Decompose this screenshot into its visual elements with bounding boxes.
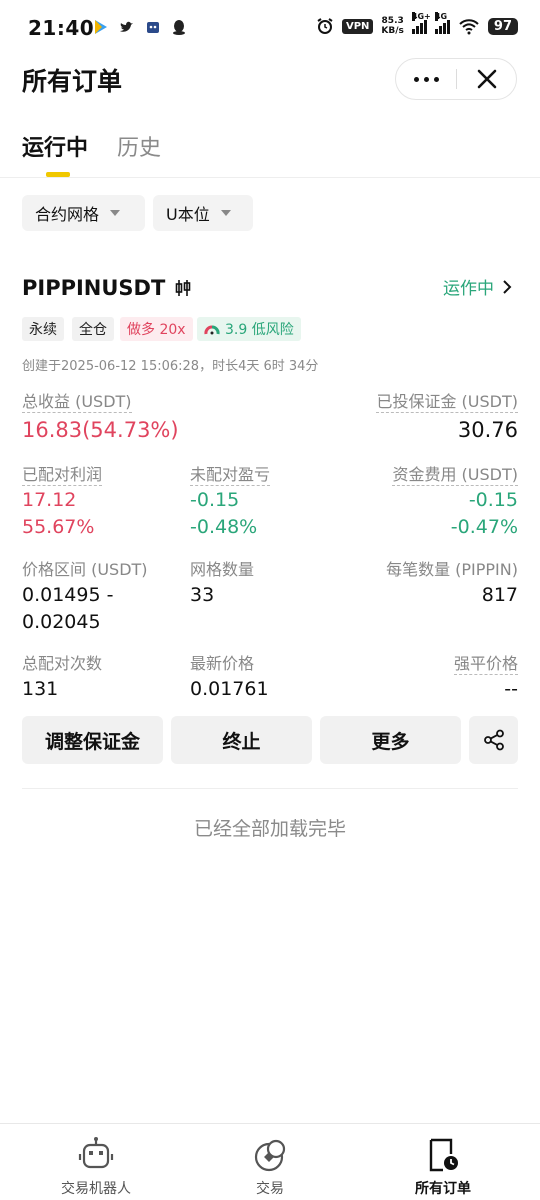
order-tabs: 运行中 历史 xyxy=(0,124,540,178)
orders-icon xyxy=(429,1138,458,1172)
margin-value: 30.76 xyxy=(457,418,518,442)
status-bar: 21:40 VPN 85.3 KB/s 4G+ 4G 97 xyxy=(0,0,540,58)
page-title: 所有订单 xyxy=(22,67,123,96)
app-icon xyxy=(147,22,159,33)
total-matches-label: 总配对次数 xyxy=(22,654,103,673)
risk-label: 3.9 低风险 xyxy=(225,322,294,338)
last-price-value: 0.01761 xyxy=(190,678,269,700)
matched-profit-pct: 55.67% xyxy=(22,516,95,538)
twitter-icon xyxy=(120,21,133,32)
symbol-name: PIPPINUSDT xyxy=(22,276,166,300)
tab-indicator xyxy=(46,172,70,177)
chip-cross-margin: 全仓 xyxy=(72,317,114,341)
last-price-label: 最新价格 xyxy=(190,654,255,673)
robot-icon xyxy=(78,1137,114,1169)
risk-gauge-icon xyxy=(204,325,220,335)
funding-fee-label[interactable]: 资金费用 (USDT) xyxy=(392,461,518,486)
margin-type-filter[interactable]: U本位 xyxy=(153,195,253,231)
adjust-margin-button[interactable]: 调整保证金 xyxy=(22,716,163,764)
more-options-button[interactable] xyxy=(396,59,456,99)
mini-program-capsule xyxy=(395,58,517,100)
bottom-nav: 交易机器人 交易 所有订单 xyxy=(0,1123,540,1200)
price-range-high: 0.02045 xyxy=(22,611,101,633)
qq-icon xyxy=(173,20,185,35)
share-icon xyxy=(483,729,504,751)
nav-label: 交易 xyxy=(256,1181,284,1197)
unmatched-pnl-label[interactable]: 未配对盈亏 xyxy=(190,461,271,486)
nav-all-orders[interactable]: 所有订单 xyxy=(373,1136,513,1198)
battery-indicator: 97 xyxy=(487,17,518,35)
nav-trade[interactable]: 交易 xyxy=(200,1136,340,1198)
contract-type-filter[interactable]: 合约网格 xyxy=(22,195,145,231)
alarm-icon xyxy=(317,18,333,34)
bot-status: 运作中 xyxy=(443,279,494,299)
chevron-right-icon xyxy=(503,279,512,294)
funding-fee-value: -0.15 xyxy=(468,489,518,511)
play-store-icon xyxy=(95,20,107,34)
close-button[interactable] xyxy=(457,59,517,99)
unmatched-pnl-value: -0.15 xyxy=(190,489,240,511)
notification-icons xyxy=(92,18,188,36)
nav-trading-bots[interactable]: 交易机器人 xyxy=(26,1136,166,1198)
total-profit-value: 16.83(54.73%) xyxy=(22,418,179,442)
tab-history[interactable]: 历史 xyxy=(117,130,161,162)
share-button[interactable] xyxy=(469,716,518,764)
wifi-icon xyxy=(459,19,479,35)
tab-running[interactable]: 运行中 xyxy=(22,130,88,162)
stop-button[interactable]: 终止 xyxy=(171,716,312,764)
candlestick-icon xyxy=(176,280,191,296)
grid-count-value: 33 xyxy=(190,584,215,606)
liquidation-price-value: -- xyxy=(504,678,518,700)
total-matches-value: 131 xyxy=(22,678,59,700)
close-icon xyxy=(477,69,497,89)
per-order-qty-value: 817 xyxy=(481,584,518,606)
net-speed: 85.3 KB/s xyxy=(381,16,404,36)
nav-label: 所有订单 xyxy=(415,1181,471,1197)
signal-icon: 4G+ xyxy=(411,12,431,34)
total-profit-label[interactable]: 总收益 (USDT) xyxy=(22,388,132,413)
price-range-low: 0.01495 - xyxy=(22,584,114,606)
chevron-down-icon xyxy=(110,210,121,216)
bot-status-link[interactable]: 运作中 xyxy=(443,274,512,299)
contract-type-label: 合约网格 xyxy=(35,205,100,224)
price-range-label: 价格区间 (USDT) xyxy=(22,560,148,579)
status-right: VPN 85.3 KB/s 4G+ 4G 97 xyxy=(316,12,518,36)
funding-fee-pct: -0.47% xyxy=(450,516,518,538)
chevron-down-icon xyxy=(220,210,231,216)
vpn-badge: VPN xyxy=(341,18,374,34)
nav-label: 交易机器人 xyxy=(61,1181,131,1197)
trade-icon xyxy=(254,1139,286,1172)
bot-symbol[interactable]: PIPPINUSDT xyxy=(22,276,193,300)
header: 所有订单 xyxy=(0,58,540,102)
chip-perpetual: 永续 xyxy=(22,317,64,341)
created-time: 创建于2025-06-12 15:06:28，时长4天 6时 34分 xyxy=(22,359,319,374)
margin-label[interactable]: 已投保证金 (USDT) xyxy=(376,388,518,413)
matched-profit-value: 17.12 xyxy=(22,489,77,511)
grid-count-label: 网格数量 xyxy=(190,560,255,579)
matched-profit-label[interactable]: 已配对利润 xyxy=(22,461,103,486)
chip-direction-leverage: 做多 20x xyxy=(120,317,193,341)
liquidation-price-label[interactable]: 强平价格 xyxy=(453,650,518,675)
status-time: 21:40 xyxy=(28,16,95,40)
divider xyxy=(22,788,518,789)
per-order-qty-label: 每笔数量 (PIPPIN) xyxy=(386,560,518,579)
unmatched-pnl-pct: -0.48% xyxy=(190,516,258,538)
all-loaded-text: 已经全部加载完毕 xyxy=(193,818,346,840)
chip-risk: 3.9 低风险 xyxy=(197,317,301,341)
signal-icon: 4G xyxy=(434,12,450,34)
margin-type-label: U本位 xyxy=(166,205,210,224)
more-button[interactable]: 更多 xyxy=(320,716,461,764)
